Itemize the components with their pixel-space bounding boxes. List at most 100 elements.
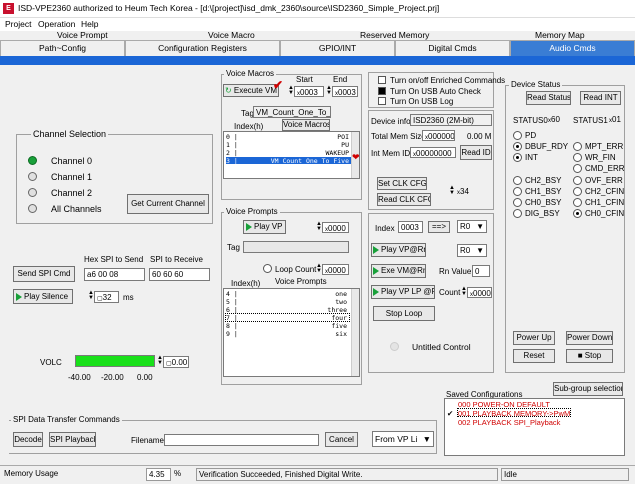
status1-bit-radio (573, 175, 582, 185)
prompt-tag-label: Tag (227, 243, 240, 252)
macro-end-input[interactable]: x0003 (332, 86, 358, 97)
volc-spinner-icon[interactable]: ▲ ▼ (157, 355, 163, 367)
end-spinner-icon[interactable]: ▲ ▼ (326, 85, 332, 97)
menu-operation[interactable]: Operation (38, 19, 75, 29)
all-channels-radio[interactable] (28, 204, 37, 213)
list-item[interactable]: 8 | five (226, 322, 349, 330)
list-item-focused[interactable]: 7 | four (225, 313, 350, 322)
silence-ms-input[interactable]: ▢32 (94, 291, 119, 303)
play-vp-spinner-icon[interactable]: ▲ ▼ (316, 221, 322, 233)
subgroup-selection-button[interactable]: Sub-group selection (553, 382, 623, 396)
spi-playback-button[interactable]: SPI Playback (49, 432, 96, 447)
reset-button[interactable]: Reset (513, 349, 555, 363)
power-down-button[interactable]: Power Down (566, 331, 613, 345)
status0-bit-label: CH1_BSY (525, 187, 562, 196)
index-label: Index (375, 224, 395, 233)
stop-button[interactable]: ■ Stop (566, 349, 613, 363)
menu-project[interactable]: Project (5, 19, 31, 29)
loop-count-input[interactable]: x0000 (322, 264, 349, 275)
stop-loop-button[interactable]: Stop Loop (373, 306, 435, 321)
list-item[interactable]: 6 | three (226, 306, 349, 314)
hex-spi-label: Hex SPI to Send (84, 255, 144, 264)
play-silence-button[interactable]: Play Silence (13, 289, 73, 304)
exe-vm-rn-button[interactable]: Exe VM@Rn (371, 264, 426, 278)
tab-voice-macro[interactable]: Voice Macro (208, 30, 255, 40)
tab-gpio-int[interactable]: GPIO/INT (280, 40, 395, 56)
spi-send-input[interactable]: a6 00 08 (84, 268, 145, 281)
list-item[interactable]: 4 | one (226, 290, 349, 298)
index-input[interactable]: 0003 (398, 221, 423, 233)
count-input[interactable]: x0000 (467, 287, 492, 298)
play-vp-rn-button[interactable]: Play VP@Rn (371, 243, 426, 257)
list-item[interactable]: 0 | POI (226, 133, 351, 141)
voice-macros-list-button[interactable]: Voice Macros (282, 119, 330, 131)
tab-memory-map[interactable]: Memory Map (535, 30, 585, 40)
usb-log-checkbox[interactable] (378, 97, 386, 105)
enriched-cmds-checkbox[interactable] (378, 76, 386, 84)
list-item[interactable]: 5 | two (226, 298, 349, 306)
macro-tag-input[interactable]: VM_Count_One_To_Fi (253, 106, 331, 118)
channel-1-radio[interactable] (28, 172, 37, 181)
play-vp-lp-rn-button[interactable]: Play VP LP @Rn (371, 285, 435, 299)
voice-macros-list[interactable]: 0 | POI 1 | PU 2 | WAKEUP 3 | VM_Count_One_To_Fi… (223, 131, 360, 179)
list-item[interactable]: 2 | WAKEUP (226, 149, 351, 157)
channel-2-radio[interactable] (28, 188, 37, 197)
r0-select-b[interactable]: R0 ▼ (457, 244, 487, 257)
set-clk-cfg-button[interactable]: Set CLK CFG (377, 177, 427, 190)
filename-input[interactable] (164, 434, 319, 446)
config-item[interactable]: 002 PLAYBACK SPI_Playback (458, 418, 560, 427)
voice-prompts-list[interactable]: 4 | one 5 | two 6 | three 7 | four 8 | five 9 | six (223, 288, 360, 377)
read-clk-cfg-button[interactable]: Read CLK CFG (377, 193, 431, 206)
tab-audio-cmds[interactable]: Audio Cmds (510, 40, 635, 56)
saved-configs-list[interactable]: 000 POWER-ON DEFAULT ✔ 001 PLAYBACK MEMO… (444, 398, 625, 456)
channel-0-radio[interactable] (28, 156, 37, 165)
volc-value-input[interactable]: ▢0.00 (163, 356, 189, 368)
clk-value: 34 (460, 187, 469, 196)
index-arrow-button[interactable]: ==> (428, 221, 450, 233)
loop-spinner-icon[interactable]: ▲ ▼ (316, 263, 322, 275)
tab-voice-prompt[interactable]: Voice Prompt (57, 30, 108, 40)
play-vp-button[interactable]: Play VP (243, 220, 286, 234)
annotation-check-icon: ✔ (273, 78, 284, 92)
list-item-selected[interactable]: 3 | VM_Count_One_To_Five (226, 157, 351, 165)
source-select[interactable]: From VP Li ▼ (372, 431, 434, 447)
config-item[interactable]: 000 POWER-ON DEFAULT (458, 400, 550, 409)
menu-help[interactable]: Help (81, 19, 98, 29)
tab-path-config[interactable]: Path~Config (0, 40, 125, 56)
rn-value-input[interactable]: 0 (472, 265, 490, 277)
start-spinner-icon[interactable]: ▲ ▼ (288, 85, 294, 97)
read-status-button[interactable]: Read Status (526, 91, 571, 105)
list-item[interactable]: 1 | PU (226, 141, 351, 149)
cancel-button[interactable]: Cancel (325, 432, 358, 447)
read-id-button[interactable]: Read ID (460, 145, 492, 160)
status1-bit-label: CH0_CFIN (585, 209, 625, 219)
play-vp-input[interactable]: x0000 (322, 222, 349, 233)
send-spi-cmd-button[interactable]: Send SPI Cmd (13, 266, 75, 282)
count-spinner-icon[interactable]: ▲ ▼ (461, 286, 467, 298)
list-item[interactable]: 9 | six (226, 330, 349, 338)
spi-receive-input[interactable]: 60 60 60 (149, 268, 210, 281)
usb-auto-check-checkbox[interactable] (378, 87, 386, 95)
stop-icon: ■ (577, 351, 583, 360)
clk-spinner-icon[interactable]: ▲ ▼ (449, 185, 455, 197)
tab-reserved-memory[interactable]: Reserved Memory (360, 30, 429, 40)
decode-button[interactable]: Decode (13, 432, 43, 447)
silence-spinner-icon[interactable]: ▲ ▼ (88, 290, 94, 302)
macro-start-input[interactable]: x0003 (294, 86, 324, 97)
clk-value-input[interactable]: x34 (455, 186, 476, 197)
config-item-checked[interactable]: 001 PLAYBACK MEMORY->PwM (456, 408, 572, 418)
prompt-tag-input[interactable] (243, 241, 349, 253)
r0-select-a[interactable]: R0 ▼ (457, 220, 487, 233)
power-up-button[interactable]: Power Up (513, 331, 555, 345)
voice-prompts-title: Voice Prompts (224, 207, 280, 216)
execute-vm-button[interactable]: ↻ Execute VM (223, 84, 279, 97)
prompts-scrollbar[interactable] (351, 289, 359, 376)
read-int-button[interactable]: Read INT (580, 91, 621, 105)
tab-config-registers[interactable]: Configuration Registers (125, 40, 280, 56)
get-current-channel-button[interactable]: Get Current Channel (127, 194, 209, 214)
tab-digital-cmds[interactable]: Digital Cmds (395, 40, 510, 56)
mem-size-unit: 0.00 M (467, 132, 492, 141)
status0-bit-radio (513, 187, 522, 196)
status0-bit-radio (513, 175, 522, 185)
loop-count-radio[interactable] (263, 264, 272, 273)
